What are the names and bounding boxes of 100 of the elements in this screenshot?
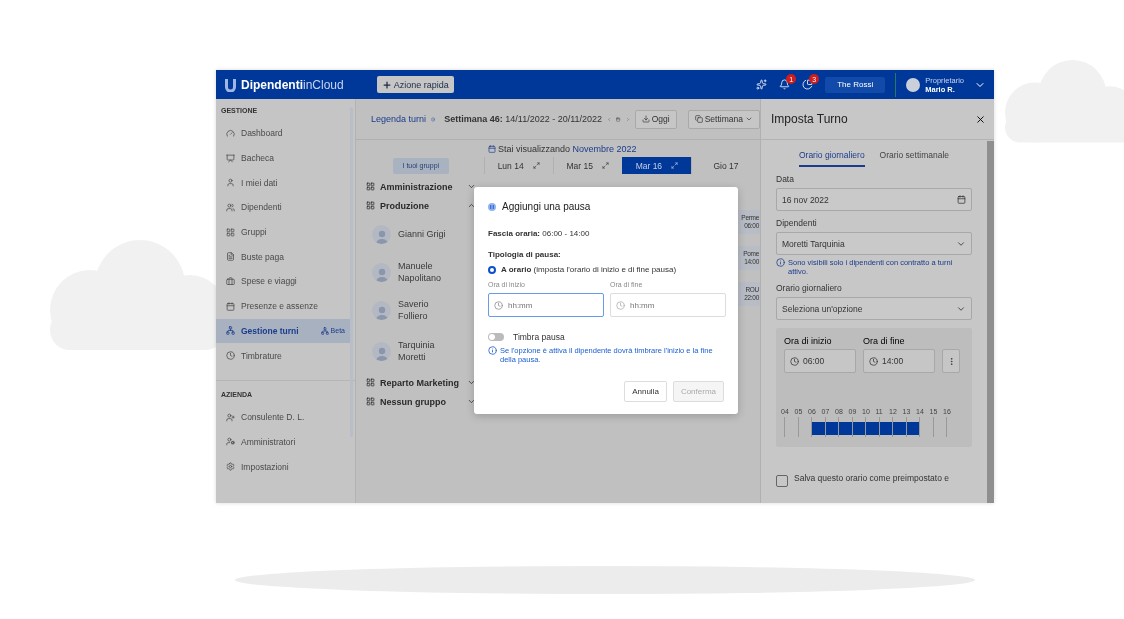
cancel-button[interactable]: Annulla [624,381,667,402]
tab[interactable]: Orario giornaliero [798,146,865,167]
bell-icon[interactable] [779,79,791,90]
toggle-switch[interactable] [488,333,504,341]
legend-link[interactable]: Legenda turni [371,114,427,124]
company-button[interactable]: The Rossi [825,76,886,93]
start-time-field[interactable]: 06:00 [784,349,856,373]
chevron-down-icon [744,115,753,123]
radio-label: A orario (imposta l'orario di inizio e di fine pausa) [501,265,677,274]
clock-icon [494,300,503,310]
chevron-down-icon[interactable] [467,182,476,191]
pause-icon [488,202,496,211]
tab[interactable]: Orario settimanale [879,146,950,167]
expand-icon [671,162,679,169]
copy-icon [694,115,703,123]
employee-name: Gianni Grigi [398,228,447,240]
start-time-input[interactable]: hh:mm [488,293,604,317]
calendar-icon [957,195,966,204]
sidebar-item[interactable]: Amministratori [216,429,351,455]
close-icon[interactable] [975,113,986,125]
info-icon [431,114,436,124]
sidebar-item[interactable]: Consulente D. L. [216,404,351,430]
sidebar-item[interactable]: Presenze e assenze [216,293,351,319]
group-icon [366,182,375,191]
user-icon [226,178,235,188]
clock-icon [616,300,625,310]
avatar[interactable] [906,77,921,92]
pause-type-label: Tipologia di pausa: [488,250,562,259]
toggle-label: Timbra pausa [513,332,565,342]
expand-icon [532,162,540,169]
info-icon [776,258,785,267]
group-icon [366,378,375,387]
briefcase-icon [226,276,235,286]
avatar [372,300,391,320]
settings-icon [226,462,235,472]
day-header[interactable]: Mar 16 [621,157,691,174]
user-plus-icon [226,412,235,422]
logo-icon [224,77,237,92]
field-label: Orario giornaliero [776,283,843,293]
sidebar-item[interactable]: Dashboard [216,121,351,146]
employee-name: Saverio Folliero [398,298,430,322]
group-icon [366,397,375,406]
field-label: Ora di fine [863,336,906,346]
checkbox[interactable] [776,475,788,487]
grid-icon [226,227,235,237]
user-cog-icon [226,437,235,447]
end-time-field[interactable]: 14:00 [863,349,935,373]
users-icon [226,202,235,212]
logo: DipendentiinCloud [241,77,344,92]
schedule-select[interactable]: Seleziona un'opzione [776,297,972,320]
pie-chart-icon[interactable] [802,79,814,90]
sidebar-item[interactable]: Impostazioni [216,454,351,479]
sparkle-icon[interactable] [756,79,768,90]
document-icon [226,252,235,262]
date-field[interactable]: 16 nov 2022 [776,188,972,211]
quick-action-button[interactable]: Azione rapida [376,76,454,93]
today-button[interactable]: Oggi [634,109,677,129]
avatar [372,341,391,361]
employee-select[interactable]: Moretti Tarquinia [776,232,972,255]
panel-title: Imposta Turno [771,112,848,126]
clock-icon [226,351,235,361]
group-name: Nessun gruppo [380,396,447,407]
sidebar-item[interactable]: Dipendenti [216,195,351,220]
field-label: Dipendenti [776,218,818,228]
chevron-down-icon[interactable] [467,378,476,387]
sidebar-item[interactable]: Timbrature [216,343,351,368]
radio-button[interactable] [488,265,496,274]
gauge-icon [226,128,235,138]
field-label: Ora di inizio [784,336,833,346]
clock-icon [790,356,799,366]
group-name: Amministrazione [380,181,454,192]
presentation-icon [226,153,235,163]
view-button[interactable]: Settimana [687,109,760,129]
employee-name: Tarquinia Moretti [398,339,436,363]
day-header[interactable]: Mar 15 [552,157,622,174]
avatar [372,224,391,244]
chevron-down-icon[interactable] [467,397,476,406]
calendar-icon [226,301,235,311]
expand-icon [602,162,609,169]
day-header[interactable]: Lun 14 [483,157,553,174]
dialog-title: Aggiungi una pausa [502,201,591,212]
avatar [372,262,391,282]
sidebar-item[interactable]: Spese e viaggi [216,269,351,294]
calendar-icon[interactable] [616,114,621,124]
field-label: Data [776,174,795,184]
sidebar-item[interactable]: Bacheca [216,145,351,171]
sidebar-item[interactable]: Buste paga [216,244,351,270]
time-range-text: Fascia oraria: 06:00 - 14:00 [488,229,591,238]
checkbox-label: Salva questo orario come preimpostato e [794,473,949,485]
calendar-icon [488,145,496,153]
group-name: Reparto Marketing [380,377,460,388]
download-icon [641,115,650,123]
end-time-input[interactable]: hh:mm [610,293,726,317]
group-icon [366,201,375,210]
clock-icon [869,356,878,366]
week-label: Settimana 46: 14/11/2022 - 20/11/2022 [444,114,603,124]
chevron-up-icon[interactable] [467,201,476,210]
sidebar-item[interactable]: I miei dati [216,170,351,196]
sidebar-item[interactable]: Gruppi [216,219,351,245]
plus-icon [381,79,392,90]
